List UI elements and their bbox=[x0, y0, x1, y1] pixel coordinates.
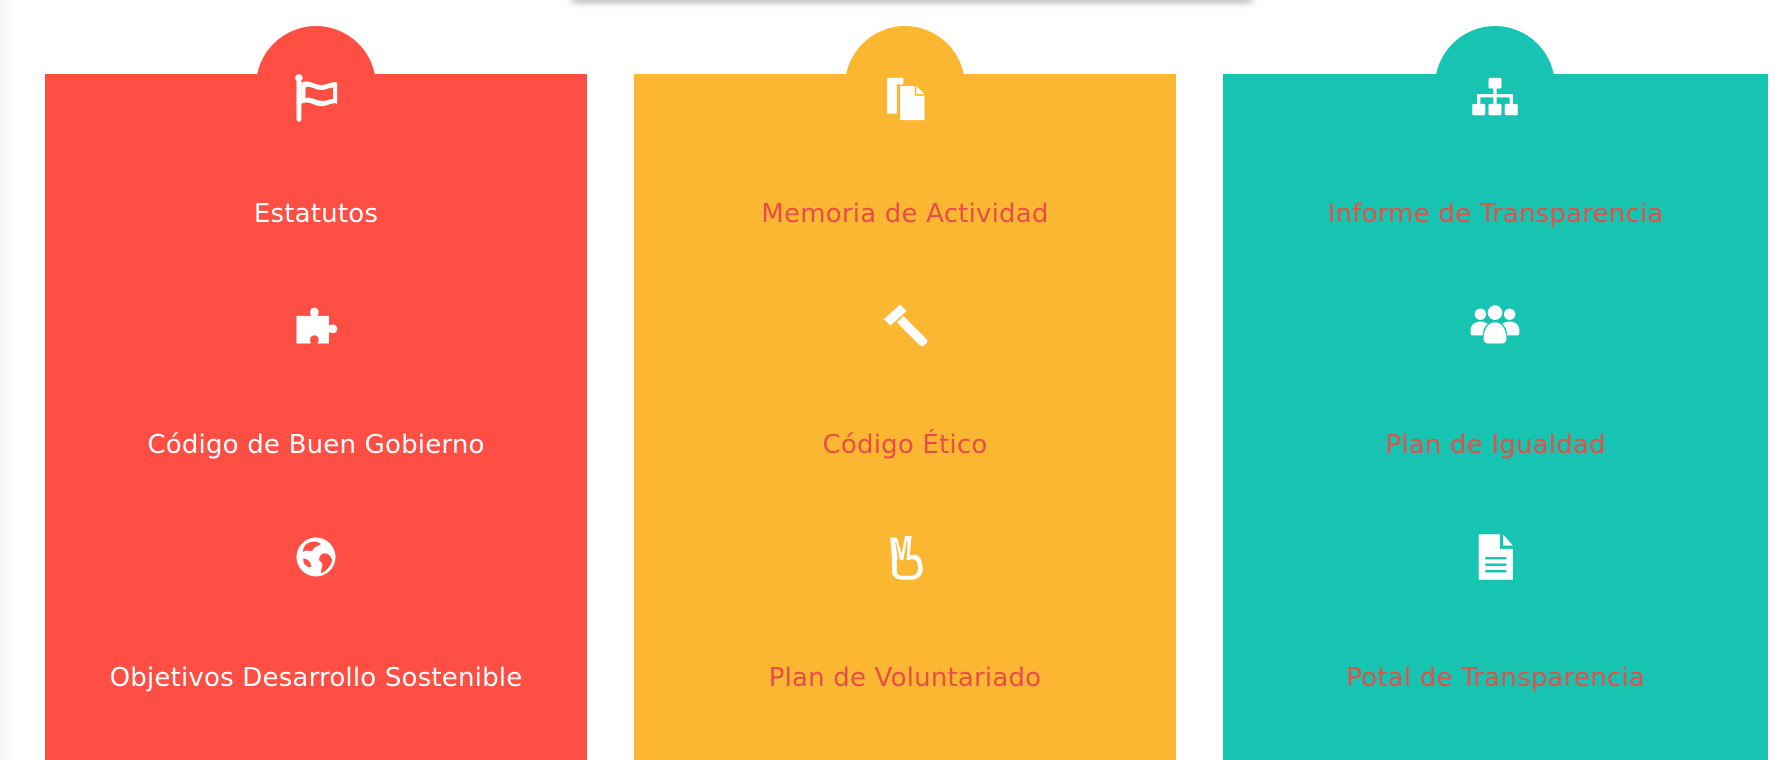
card-body: Estatutos Código de Buen Gobierno Objeti… bbox=[45, 74, 587, 760]
page-left-edge bbox=[0, 0, 14, 760]
globe-icon bbox=[286, 527, 346, 587]
link-estatutos[interactable]: Estatutos bbox=[45, 198, 587, 230]
link-portal-transparencia[interactable]: Potal de Transparencia bbox=[1223, 662, 1768, 694]
link-codigo-etico[interactable]: Código Ético bbox=[634, 429, 1176, 461]
link-objetivos-desarrollo-sostenible[interactable]: Objetivos Desarrollo Sostenible bbox=[45, 662, 587, 694]
gavel-icon bbox=[875, 294, 935, 354]
link-informe-transparencia[interactable]: Informe de Transparencia bbox=[1223, 198, 1768, 230]
flag-icon bbox=[286, 69, 346, 129]
link-codigo-buen-gobierno[interactable]: Código de Buen Gobierno bbox=[45, 429, 587, 461]
users-icon bbox=[1465, 294, 1525, 354]
file-text-icon bbox=[1465, 527, 1525, 587]
card-red: Estatutos Código de Buen Gobierno Objeti… bbox=[45, 26, 587, 760]
card-body: Informe de Transparencia Plan de Igualda… bbox=[1223, 74, 1768, 760]
link-memoria-actividad[interactable]: Memoria de Actividad bbox=[634, 198, 1176, 230]
documents-icon bbox=[875, 69, 935, 129]
card-yellow: Memoria de Actividad Código Ético Plan d… bbox=[634, 26, 1176, 760]
link-plan-igualdad[interactable]: Plan de Igualdad bbox=[1223, 429, 1768, 461]
puzzle-icon bbox=[286, 294, 346, 354]
card-body: Memoria de Actividad Código Ético Plan d… bbox=[634, 74, 1176, 760]
card-teal: Informe de Transparencia Plan de Igualda… bbox=[1223, 26, 1768, 760]
org-chart-icon bbox=[1465, 69, 1525, 129]
peace-hand-icon bbox=[875, 527, 935, 587]
link-plan-voluntariado[interactable]: Plan de Voluntariado bbox=[634, 662, 1176, 694]
